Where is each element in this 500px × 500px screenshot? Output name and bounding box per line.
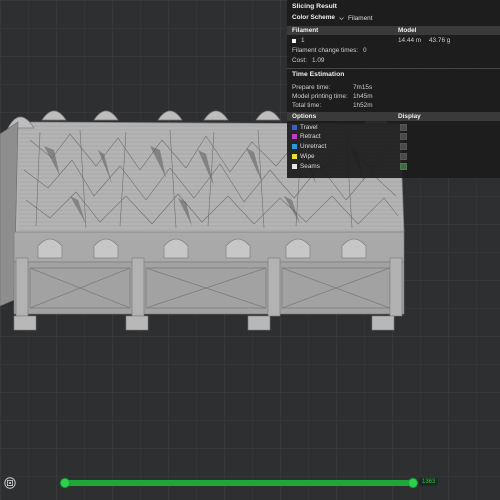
filament-weight: 43.76 g: [429, 37, 451, 44]
panel-title: Slicing Result: [292, 3, 337, 10]
wipe-display-checkbox[interactable]: [400, 152, 407, 160]
layer-number-label: 1363: [419, 478, 439, 486]
model-header: Model: [398, 27, 417, 34]
total-time-label: Total time:: [292, 102, 322, 109]
model-printing-time-value: 1h45m: [353, 93, 373, 100]
option-label: Retract: [300, 133, 321, 141]
options-header-bar: [287, 112, 500, 121]
option-label: Seams: [300, 162, 320, 170]
travel-color-swatch: [292, 124, 297, 130]
option-row-wipe: Wipe: [292, 152, 315, 160]
option-label: Wipe: [300, 152, 315, 160]
options-header: Options: [292, 113, 317, 120]
display-header: Display: [398, 113, 421, 120]
filament-change-times-value: 0: [363, 47, 367, 54]
prepare-time-label: Prepare time:: [292, 84, 331, 91]
option-label: Unretract: [300, 143, 327, 151]
option-row-travel: Travel: [292, 123, 318, 131]
chevron-down-icon: [339, 17, 344, 20]
filament-header-bar: [287, 26, 500, 35]
color-scheme-label: Color Scheme: [292, 14, 335, 21]
unretract-color-swatch: [292, 144, 297, 150]
option-label: Travel: [300, 123, 318, 131]
filament-header: Filament: [292, 27, 319, 34]
travel-display-checkbox[interactable]: [400, 123, 407, 131]
color-scheme-dropdown[interactable]: Filament: [339, 14, 373, 23]
filament-length: 14.44 m: [398, 37, 422, 44]
retract-color-swatch: [292, 134, 297, 140]
total-time-value: 1h52m: [353, 102, 373, 109]
layer-view-icon[interactable]: [4, 477, 16, 489]
seams-color-swatch: [292, 163, 297, 169]
cost-label: Cost:: [292, 57, 307, 64]
cost-value: 1.09: [312, 57, 325, 64]
slicing-result-panel: Slicing Result Color Scheme Filament Fil…: [287, 0, 500, 178]
filament-change-times-label: Filament change times:: [292, 47, 359, 54]
wipe-color-swatch: [292, 153, 297, 159]
panel-divider: [287, 68, 500, 69]
layer-slider-track[interactable]: [64, 480, 414, 486]
layer-slider-start-handle[interactable]: [60, 478, 70, 488]
filament-color-swatch: [292, 39, 296, 43]
option-row-seams: Seams: [292, 162, 320, 170]
layer-slider-end-handle[interactable]: [408, 478, 418, 488]
prepare-time-value: 7m15s: [353, 84, 373, 91]
retract-display-checkbox[interactable]: [400, 133, 407, 141]
unretract-display-checkbox[interactable]: [400, 143, 407, 151]
model-front-panel: [13, 261, 405, 315]
model-printing-time-label: Model printing time:: [292, 93, 348, 100]
color-scheme-value: Filament: [348, 15, 373, 22]
option-row-unretract: Unretract: [292, 143, 326, 151]
seams-display-checkbox[interactable]: [400, 162, 407, 170]
option-row-retract: Retract: [292, 133, 321, 141]
time-estimation-title: Time Estimation: [292, 71, 345, 78]
filament-id: 1: [301, 37, 305, 44]
